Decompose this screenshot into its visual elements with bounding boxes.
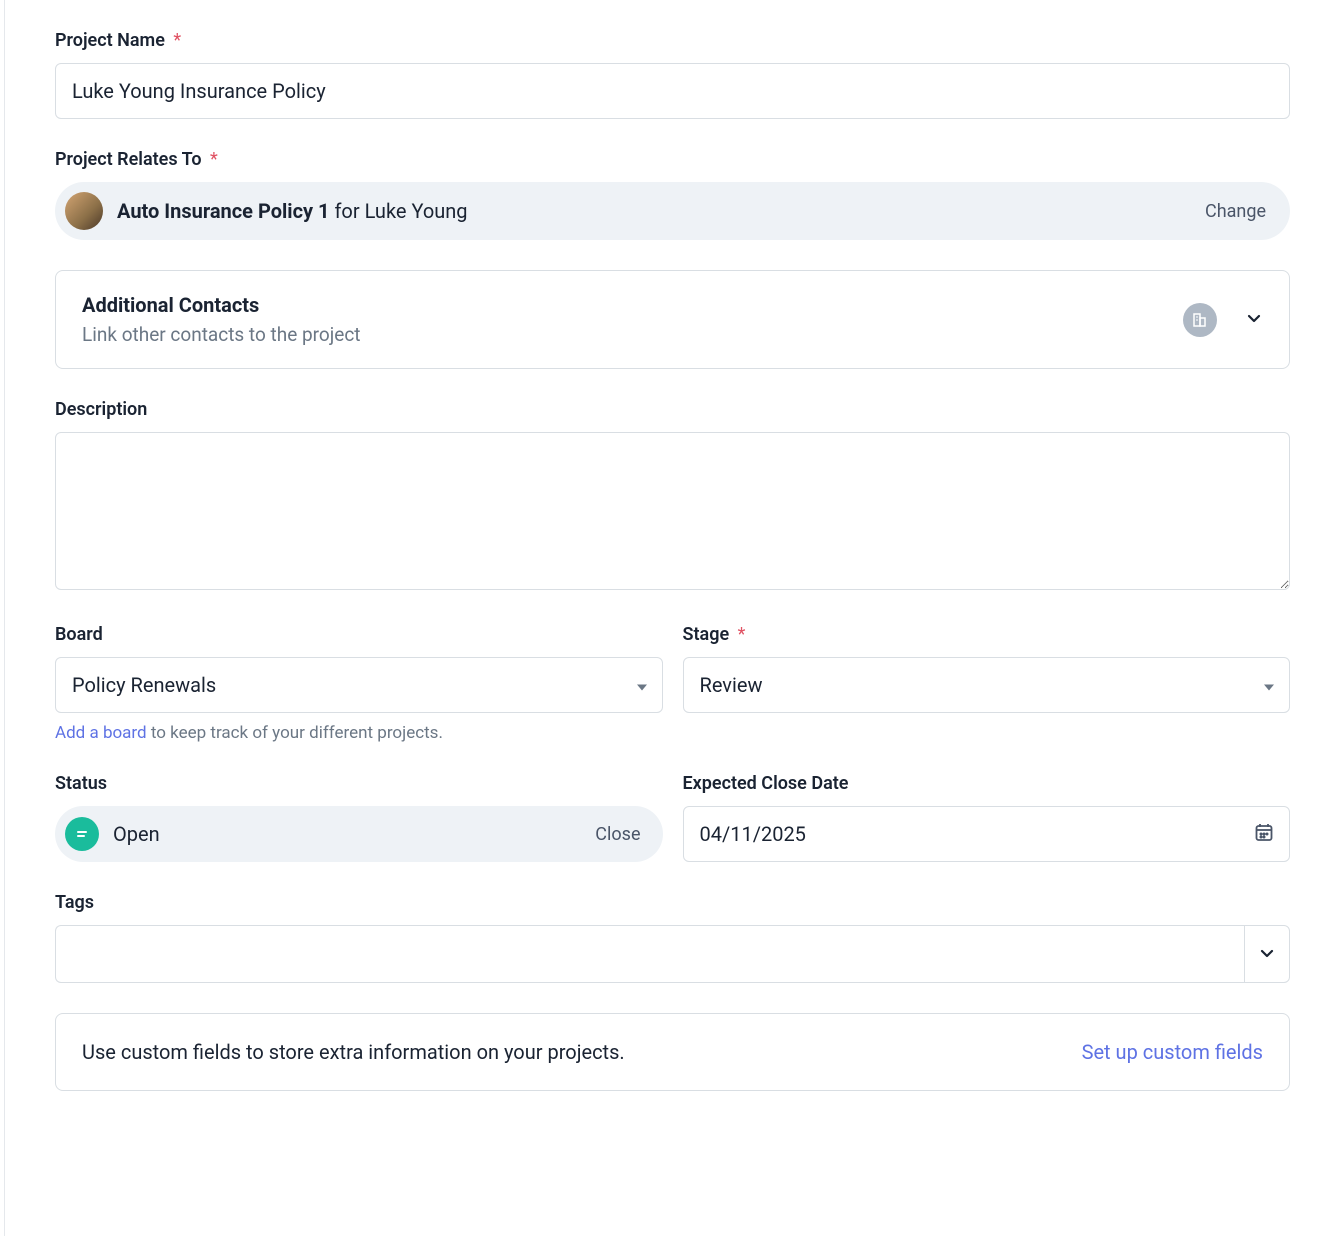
relates-to-label-text: Project Relates To — [55, 149, 202, 170]
contacts-text-block: Additional Contacts Link other contacts … — [82, 293, 361, 346]
description-textarea[interactable] — [55, 432, 1290, 590]
board-select-wrap — [55, 657, 663, 713]
close-date-wrap — [683, 806, 1291, 862]
chevron-down-icon — [1259, 945, 1275, 964]
description-group: Description — [55, 399, 1290, 594]
relates-to-group: Project Relates To * Auto Insurance Poli… — [55, 149, 1290, 240]
tags-input[interactable] — [55, 925, 1244, 983]
project-name-input[interactable] — [55, 63, 1290, 119]
project-name-label-text: Project Name — [55, 30, 165, 51]
board-select[interactable] — [55, 657, 663, 713]
stage-select[interactable] — [683, 657, 1291, 713]
tags-label: Tags — [55, 892, 1290, 913]
relates-to-text: Auto Insurance Policy 1 for Luke Young — [117, 199, 1205, 223]
relates-to-bold: Auto Insurance Policy 1 — [117, 199, 330, 223]
status-left: Open — [65, 817, 160, 851]
contact-avatar — [65, 192, 103, 230]
contacts-subtitle: Link other contacts to the project — [82, 323, 361, 346]
required-indicator: * — [738, 624, 746, 645]
status-date-row: Status Open Close Expected Close Date — [55, 773, 1290, 862]
tags-group: Tags — [55, 892, 1290, 983]
contacts-title: Additional Contacts — [82, 293, 361, 317]
status-value: Open — [113, 822, 160, 846]
close-status-button[interactable]: Close — [595, 824, 640, 845]
chevron-down-icon[interactable] — [1245, 309, 1263, 331]
stage-label-text: Stage — [683, 624, 730, 645]
stage-col: Stage * — [683, 624, 1291, 743]
status-pill: Open Close — [55, 806, 663, 862]
project-name-label: Project Name * — [55, 30, 1290, 51]
close-date-input[interactable] — [683, 806, 1291, 862]
required-indicator: * — [173, 30, 181, 51]
required-indicator: * — [210, 149, 218, 170]
status-label: Status — [55, 773, 663, 794]
contacts-actions — [1183, 303, 1263, 337]
stage-label: Stage * — [683, 624, 1291, 645]
status-open-icon — [65, 817, 99, 851]
relates-to-pill: Auto Insurance Policy 1 for Luke Young C… — [55, 182, 1290, 240]
close-date-col: Expected Close Date — [683, 773, 1291, 862]
additional-contacts-card[interactable]: Additional Contacts Link other contacts … — [55, 270, 1290, 369]
setup-custom-fields-link[interactable]: Set up custom fields — [1082, 1040, 1263, 1064]
relates-to-label: Project Relates To * — [55, 149, 1290, 170]
project-name-group: Project Name * — [55, 30, 1290, 119]
additional-contacts-group: Additional Contacts Link other contacts … — [55, 270, 1290, 369]
board-col: Board Add a board to keep track of your … — [55, 624, 663, 743]
status-col: Status Open Close — [55, 773, 663, 862]
building-icon — [1183, 303, 1217, 337]
tags-dropdown-button[interactable] — [1244, 925, 1290, 983]
board-stage-row: Board Add a board to keep track of your … — [55, 624, 1290, 743]
board-helper: Add a board to keep track of your differ… — [55, 723, 663, 743]
stage-select-wrap — [683, 657, 1291, 713]
description-label: Description — [55, 399, 1290, 420]
close-date-label: Expected Close Date — [683, 773, 1291, 794]
board-label: Board — [55, 624, 663, 645]
custom-fields-text: Use custom fields to store extra informa… — [82, 1040, 625, 1064]
tags-wrap — [55, 925, 1290, 983]
change-button[interactable]: Change — [1205, 201, 1266, 222]
board-helper-rest: to keep track of your different projects… — [147, 723, 443, 743]
custom-fields-card: Use custom fields to store extra informa… — [55, 1013, 1290, 1091]
relates-to-rest: for Luke Young — [330, 199, 468, 223]
add-board-link[interactable]: Add a board — [55, 723, 147, 743]
